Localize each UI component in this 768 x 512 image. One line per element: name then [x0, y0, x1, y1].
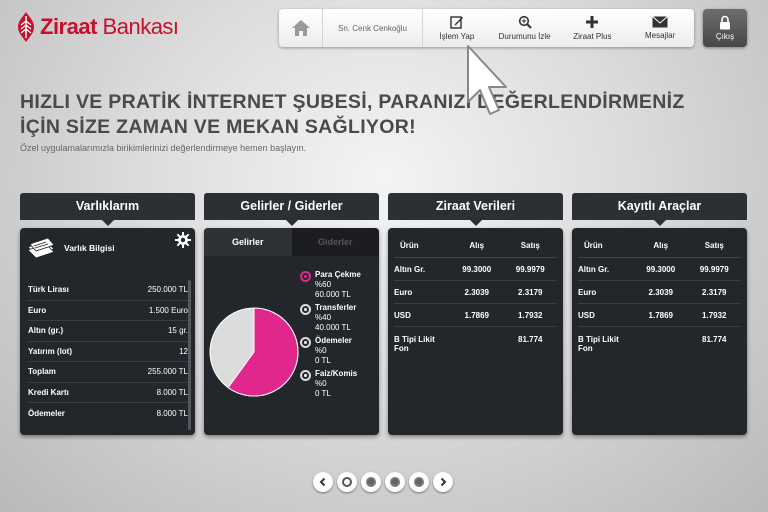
chevron-left-icon — [319, 477, 326, 487]
search-icon — [518, 15, 532, 29]
list-item[interactable]: Ödemeler 8.000 TL — [28, 403, 188, 424]
tab-kayitli-araclar[interactable]: Kayıtlı Araçlar — [572, 193, 747, 226]
tab-ziraat-verileri[interactable]: Ziraat Verileri — [388, 193, 563, 226]
hero-line-2: İÇİN SİZE ZAMAN VE MEKAN SAĞLIYOR! — [20, 116, 416, 138]
list-item[interactable]: Altın (gr.) 15 gr. — [28, 321, 188, 342]
income-tabs: Gelirler Giderler — [204, 228, 379, 256]
radio-icon[interactable] — [300, 304, 311, 315]
ziraat-data-panel: Ürün Alış Satış Altın Gr. 99.3000 99.9979 … — [388, 228, 563, 435]
radio-selected-icon[interactable] — [300, 271, 311, 282]
page-dot[interactable] — [361, 472, 381, 492]
list-item[interactable]: Kredi Kartı 8.000 TL — [28, 383, 188, 403]
legend-item[interactable]: Faiz/Komis %0 0 TL — [300, 369, 361, 399]
income-pie-chart — [209, 307, 299, 397]
legend-item[interactable]: Ödemeler %0 0 TL — [300, 336, 361, 366]
nav-ziraat-plus[interactable]: Ziraat Plus — [559, 9, 627, 47]
radio-icon[interactable] — [300, 370, 311, 381]
money-icon — [27, 237, 55, 259]
assets-scrollbar[interactable] — [188, 280, 191, 430]
table-row[interactable]: B Tipi Likit Fon 81.774 — [578, 327, 741, 353]
page-dot[interactable] — [409, 472, 429, 492]
chevron-right-icon — [440, 477, 447, 487]
table-row[interactable]: Altın Gr. 99.3000 99.9979 — [578, 258, 741, 281]
page-dot[interactable] — [385, 472, 405, 492]
saved-tools-panel: Ürün Alış Satış Altın Gr. 99.3000 99.9979 … — [572, 228, 747, 435]
saved-tools-table: Altın Gr. 99.3000 99.9979 Euro 2.3039 2.3179… — [578, 258, 741, 353]
table-row[interactable]: USD 1.7869 1.7932 — [394, 304, 557, 327]
mouse-pointer-icon — [467, 45, 507, 115]
plus-icon — [586, 16, 599, 28]
home-button[interactable] — [279, 9, 323, 47]
table-row[interactable]: USD 1.7869 1.7932 — [578, 304, 741, 327]
assets-list: Türk Lirası 250.000 TL Euro 1.500 Euro Alt… — [28, 280, 188, 424]
list-item[interactable]: Toplam 255.000 TL — [28, 362, 188, 383]
home-icon — [291, 20, 310, 36]
user-name: Sn. Cenk Cenkoğlu — [323, 9, 423, 47]
nav-mesajlar[interactable]: Mesajlar — [626, 9, 694, 47]
edit-icon — [450, 16, 463, 29]
nav-islem-yap[interactable]: İşlem Yap — [423, 9, 491, 47]
list-item[interactable]: Euro 1.500 Euro — [28, 301, 188, 321]
gear-icon[interactable] — [175, 232, 191, 248]
brand-logo[interactable]: Ziraat Bankası — [16, 12, 179, 42]
assets-title: Varlık Bilgisi — [64, 243, 115, 253]
table-header: Ürün Alış Satış — [578, 234, 741, 258]
nav-label: İşlem Yap — [439, 32, 475, 41]
prev-button[interactable] — [313, 472, 333, 492]
hero-line-1: HIZLI VE PRATİK İNTERNET ŞUBESİ, PARANIZ… — [20, 91, 685, 113]
legend-item[interactable]: Para Çekme %60 60.000 TL — [300, 270, 361, 300]
lock-icon — [720, 15, 730, 30]
list-item[interactable]: Yatırım (lot) 12 — [28, 342, 188, 362]
next-button[interactable] — [433, 472, 453, 492]
logout-label: Çıkış — [715, 32, 735, 41]
nav-label: Durumunu İzle — [498, 32, 551, 41]
tab-gelirler-giderler[interactable]: Gelirler / Giderler — [204, 193, 379, 226]
brand-name: Ziraat Bankası — [40, 14, 179, 39]
tab-giderler[interactable]: Giderler — [291, 228, 379, 256]
page-dot[interactable] — [337, 472, 357, 492]
ziraat-data-table: Altın Gr. 99.3000 99.9979 Euro 2.3039 2.3179… — [394, 258, 557, 353]
table-row[interactable]: Euro 2.3039 2.3179 — [394, 281, 557, 304]
nav-label: Mesajlar — [645, 31, 676, 40]
table-row[interactable]: B Tipi Likit Fon 81.774 — [394, 327, 557, 353]
table-header: Ürün Alış Satış — [394, 234, 557, 258]
mail-icon — [652, 16, 668, 28]
hero-headline: HIZLI VE PRATİK İNTERNET ŞUBESİ, PARANIZ… — [20, 90, 685, 140]
income-legend: Para Çekme %60 60.000 TL Transferler %40 40.… — [300, 270, 361, 402]
hero-subtitle: Özel uygulamalarımızla birikimlerinizi d… — [20, 143, 307, 153]
income-panel: Gelirler Giderler Para Çekme %60 60.000 TL… — [204, 228, 379, 435]
table-row[interactable]: Euro 2.3039 2.3179 — [578, 281, 741, 304]
top-navigation: Sn. Cenk Cenkoğlu İşlem Yap Durumunu İzl… — [279, 9, 694, 47]
ziraat-logo-icon — [16, 12, 36, 42]
carousel-pager — [313, 472, 453, 492]
nav-label: Ziraat Plus — [573, 32, 612, 41]
nav-durumunu-izle[interactable]: Durumunu İzle — [491, 9, 559, 47]
tab-varliklarim[interactable]: Varlıklarım — [20, 193, 195, 226]
assets-header: Varlık Bilgisi — [20, 228, 195, 268]
list-item[interactable]: Türk Lirası 250.000 TL — [28, 280, 188, 301]
legend-item[interactable]: Transferler %40 40.000 TL — [300, 303, 361, 333]
logout-button[interactable]: Çıkış — [703, 9, 747, 47]
assets-panel: Varlık Bilgisi Türk Lirası 250.000 TL Eur… — [20, 228, 195, 435]
tab-gelirler[interactable]: Gelirler — [204, 228, 292, 256]
radio-icon[interactable] — [300, 337, 311, 348]
table-row[interactable]: Altın Gr. 99.3000 99.9979 — [394, 258, 557, 281]
